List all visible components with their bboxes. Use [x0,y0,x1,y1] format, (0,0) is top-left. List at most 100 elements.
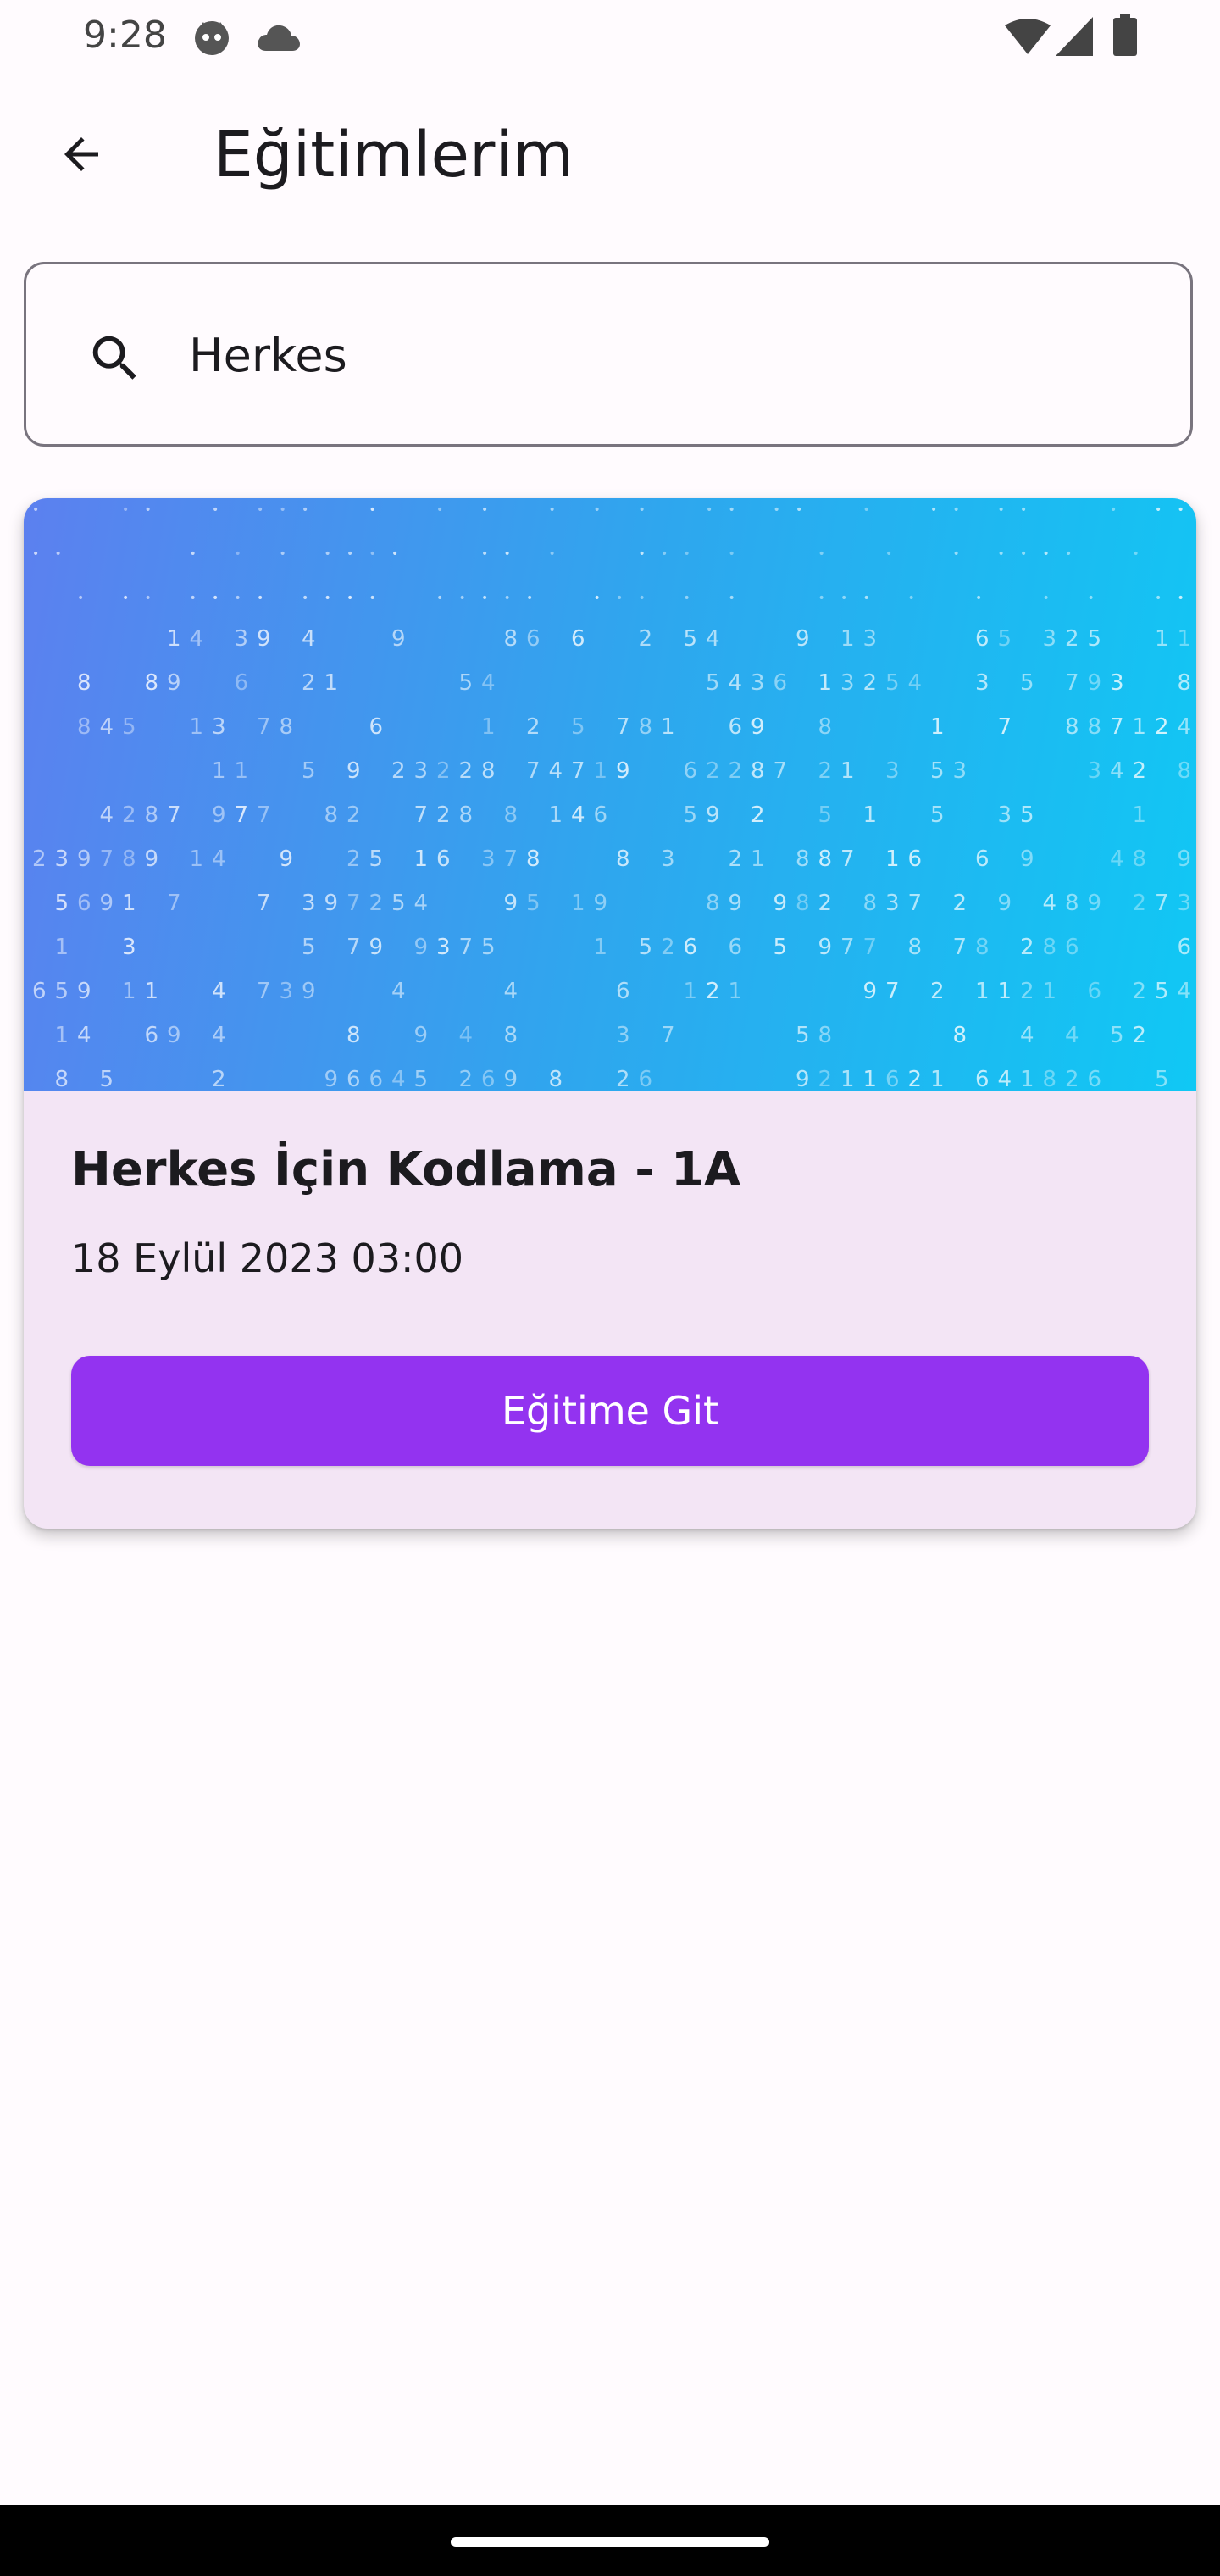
svg-text:9: 9 [796,626,810,652]
svg-text:9: 9 [414,1023,429,1048]
svg-text:1: 1 [930,714,945,740]
svg-text:5: 5 [414,1067,429,1091]
svg-text:8: 8 [324,802,339,828]
back-button[interactable] [39,112,124,197]
svg-text:8: 8 [549,1067,563,1091]
svg-text:•: • [257,591,263,605]
course-title: Herkes İçin Kodlama - 1A [71,1142,741,1197]
svg-text:•: • [1065,547,1072,561]
go-to-course-button[interactable]: Eğitime Git [71,1356,1149,1466]
svg-text:8: 8 [55,1067,69,1091]
svg-text:3: 3 [885,758,900,784]
svg-text:6: 6 [436,847,451,872]
svg-text:6: 6 [526,626,541,652]
svg-text:•: • [953,547,960,561]
svg-text:9: 9 [324,891,339,916]
svg-text:5: 5 [1110,1023,1124,1048]
svg-text:•: • [549,503,556,517]
svg-text:1: 1 [840,626,855,652]
svg-text:3: 3 [55,847,69,872]
svg-text:•: • [190,591,197,605]
svg-text:2: 2 [1133,758,1147,784]
svg-text:2: 2 [347,802,361,828]
svg-text:2: 2 [1133,979,1147,1004]
svg-text:4: 4 [1065,1023,1079,1048]
svg-text:•: • [324,547,331,561]
svg-text:9: 9 [796,1067,810,1091]
svg-text:3: 3 [1043,626,1057,652]
svg-text:1: 1 [975,979,990,1004]
svg-text:1: 1 [594,935,608,960]
svg-text:3: 3 [1178,891,1192,916]
svg-text:9: 9 [77,847,92,872]
svg-text:•: • [526,591,533,605]
svg-text:9: 9 [616,758,630,784]
svg-text:•: • [504,547,511,561]
svg-text:5: 5 [885,670,900,696]
course-date: 18 Eylül 2023 03:00 [71,1235,464,1281]
svg-text:1: 1 [190,847,204,872]
svg-text:5: 5 [818,802,833,828]
svg-text:5: 5 [1155,1067,1169,1091]
svg-text:1: 1 [481,714,496,740]
svg-text:•: • [235,547,241,561]
svg-text:•: • [885,547,892,561]
svg-text:8: 8 [1178,670,1192,696]
svg-text:•: • [1110,503,1117,517]
svg-text:2: 2 [930,979,945,1004]
svg-text:3: 3 [235,626,249,652]
svg-text:7: 7 [167,802,181,828]
svg-text:•: • [1178,591,1184,605]
svg-text:7: 7 [504,847,518,872]
svg-text:8: 8 [751,758,765,784]
svg-text:6: 6 [369,1067,384,1091]
svg-text:8: 8 [145,802,159,828]
svg-text:9: 9 [100,891,114,916]
svg-text:4: 4 [998,1067,1012,1091]
svg-text:1: 1 [1043,979,1057,1004]
svg-text:4: 4 [100,714,114,740]
svg-text:5: 5 [459,670,474,696]
svg-text:7: 7 [953,935,968,960]
svg-text:•: • [953,503,960,517]
svg-text:8: 8 [145,670,159,696]
svg-text:1: 1 [55,1023,69,1048]
svg-text:3: 3 [998,802,1012,828]
svg-text:•: • [1155,503,1162,517]
svg-text:•: • [280,547,286,561]
svg-text:8: 8 [616,847,630,872]
svg-text:•: • [122,503,129,517]
svg-text:4: 4 [212,979,226,1004]
svg-text:4: 4 [1110,847,1124,872]
svg-text:9: 9 [504,1067,518,1091]
svg-text:8: 8 [504,802,518,828]
svg-text:6: 6 [481,1067,496,1091]
search-input[interactable] [169,307,1184,403]
svg-text:1: 1 [840,758,855,784]
svg-text:9: 9 [729,891,743,916]
svg-text:4: 4 [391,1067,406,1091]
svg-text:•: • [998,547,1005,561]
svg-text:•: • [280,503,286,517]
svg-text:7: 7 [774,758,788,784]
svg-text:9: 9 [414,935,429,960]
svg-text:6: 6 [908,847,923,872]
svg-text:1: 1 [1133,802,1147,828]
svg-text:2: 2 [32,847,47,872]
svg-text:•: • [481,547,488,561]
svg-text:7: 7 [1110,714,1124,740]
svg-text:1: 1 [1020,1067,1034,1091]
svg-text:•: • [549,547,556,561]
svg-text:7: 7 [1065,670,1079,696]
home-handle[interactable] [451,2537,769,2547]
svg-text:1: 1 [122,891,136,916]
svg-text:6: 6 [571,626,585,652]
svg-text:5: 5 [1020,802,1034,828]
svg-text:3: 3 [280,979,294,1004]
svg-text:4: 4 [302,626,316,652]
svg-text:3: 3 [481,847,496,872]
search-field[interactable] [24,262,1193,447]
svg-text:•: • [863,591,870,605]
svg-text:4: 4 [1043,891,1057,916]
svg-text:1: 1 [998,979,1012,1004]
